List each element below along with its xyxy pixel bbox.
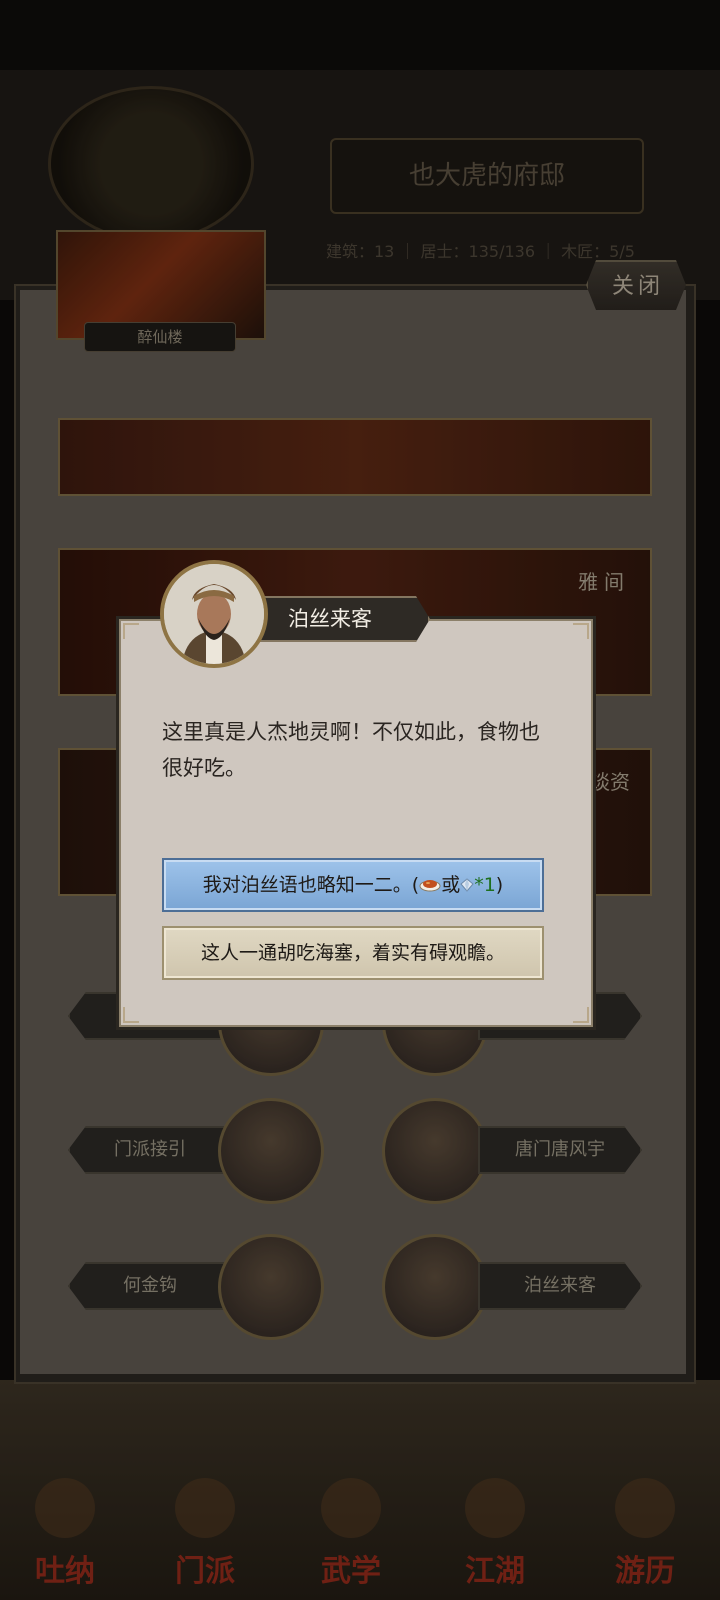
corner-ornament xyxy=(573,1007,589,1023)
speaker-avatar xyxy=(160,560,268,668)
dialog-message: 这里真是人杰地灵啊！不仅如此，食物也很好吃。 xyxy=(162,720,540,780)
option-cost-count: *1 xyxy=(474,874,496,896)
dialog-option-persian[interactable]: 我对泊丝语也略知一二。( 或 *1) xyxy=(162,858,544,912)
option-text: 我对泊丝语也略知一二。( xyxy=(202,874,420,896)
corner-ornament xyxy=(573,623,589,639)
gem-icon xyxy=(460,861,474,911)
corner-ornament xyxy=(123,1007,139,1023)
dialog-option-dismiss[interactable]: 这人一通胡吃海塞，着实有碍观瞻。 xyxy=(162,926,544,980)
option-close-paren: ) xyxy=(495,874,504,896)
food-plate-icon xyxy=(419,861,441,911)
option-or: 或 xyxy=(441,874,461,896)
corner-ornament xyxy=(123,623,139,639)
